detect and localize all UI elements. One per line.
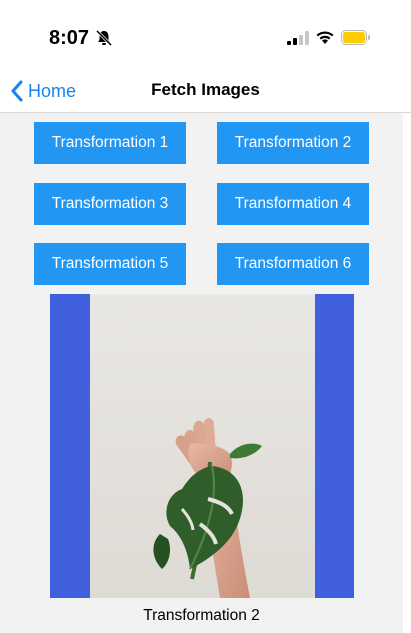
transformation-4-button[interactable]: Transformation 4 <box>217 183 369 225</box>
navigation-bar: Home Fetch Images <box>0 70 411 113</box>
content-area: Transformation 1 Transformation 2 Transf… <box>0 113 403 633</box>
bell-slash-icon <box>95 29 113 47</box>
transformation-5-button[interactable]: Transformation 5 <box>34 243 186 285</box>
transformation-6-button[interactable]: Transformation 6 <box>217 243 369 285</box>
hand-with-leaf-illustration <box>90 294 315 598</box>
image-caption: Transformation 2 <box>143 607 260 624</box>
transformation-3-button[interactable]: Transformation 3 <box>34 183 186 225</box>
right-edge <box>403 113 411 633</box>
page-title: Fetch Images <box>151 80 260 99</box>
status-time: 8:07 <box>49 27 90 49</box>
battery-icon <box>341 30 370 45</box>
status-bar: 8:07 <box>0 0 411 70</box>
image-frame <box>50 294 354 598</box>
transformed-image <box>90 294 315 598</box>
transformation-1-button[interactable]: Transformation 1 <box>34 122 186 164</box>
transformation-2-button[interactable]: Transformation 2 <box>217 122 369 164</box>
wifi-icon <box>316 31 334 44</box>
signal-icon <box>287 31 309 45</box>
